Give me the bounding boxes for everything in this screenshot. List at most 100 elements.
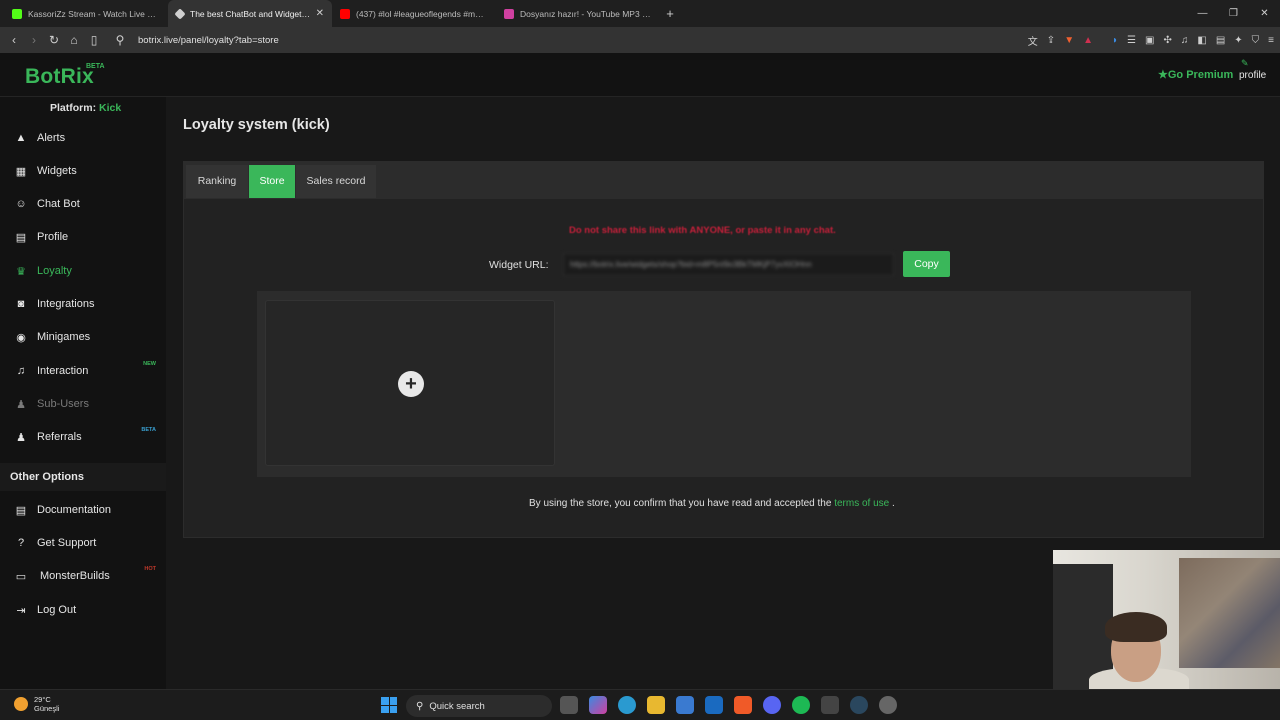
reader-icon[interactable]: ☰: [1127, 35, 1136, 46]
search-icon: ⚲: [416, 700, 424, 712]
forward-icon[interactable]: ›: [24, 33, 44, 47]
sidebar-item-loyalty[interactable]: ♛ Loyalty: [0, 258, 166, 284]
file-explorer-icon[interactable]: [647, 696, 665, 714]
window-controls: — ❐ ✕: [1187, 0, 1280, 27]
warning-icon: ▲: [15, 132, 27, 144]
wallet2-icon[interactable]: ▤: [1216, 35, 1225, 46]
sidebar-item-referrals[interactable]: ♟ Referrals BETA: [0, 424, 166, 450]
sidebar-item-label: Referrals: [37, 431, 82, 443]
widget-url-field[interactable]: https://botrix.live/widgets/shop?bid=m8P…: [563, 253, 894, 276]
sidebar-item-label: Get Support: [37, 537, 97, 549]
question-icon: ?: [17, 537, 25, 549]
add-item-card[interactable]: +: [265, 300, 555, 466]
browser-tab-youtube[interactable]: (437) #lol #leagueoflegends #mundo: [332, 0, 496, 27]
reload-icon[interactable]: ↻: [44, 33, 64, 47]
botrix-logo[interactable]: BotRix: [25, 65, 94, 89]
terms-suffix: .: [892, 498, 895, 509]
sidebar-item-label: Profile: [37, 231, 69, 243]
sidebar-item-log-out[interactable]: ⇥ Log Out: [0, 597, 166, 623]
steam-icon[interactable]: [850, 696, 868, 714]
wallet-icon[interactable]: ◗: [1112, 35, 1118, 46]
sidebar-item-alerts[interactable]: ▲ Alerts: [0, 125, 166, 151]
leo-icon[interactable]: ✦: [1234, 35, 1242, 46]
extensions-icon[interactable]: ✣: [1163, 35, 1171, 46]
sun-icon: [14, 697, 28, 711]
brave-shield-icon[interactable]: ▼: [1064, 35, 1074, 46]
sidebar-item-interaction[interactable]: ♫ Interaction NEW: [0, 358, 166, 384]
close-tab-icon[interactable]: ✕: [316, 8, 324, 19]
page-title: Loyalty system (kick): [183, 117, 330, 133]
scroll-icon: ▤: [15, 504, 27, 517]
logo-beta-badge: BETA: [86, 63, 105, 70]
other-options-heading: Other Options: [0, 463, 166, 491]
sidebar-item-sub-users[interactable]: ♟ Sub-Users: [0, 391, 166, 417]
profile-button[interactable]: profile: [1239, 70, 1266, 81]
bookmark-icon[interactable]: ▯: [84, 33, 104, 47]
menu-icon[interactable]: ≡: [1268, 35, 1274, 46]
tab-sales-record[interactable]: Sales record: [296, 165, 376, 198]
site-settings-icon[interactable]: ⚲: [110, 33, 130, 47]
sidebar-item-label: Chat Bot: [37, 198, 80, 210]
extensions-bar: 文 ⇪ ▼ ▲ ◗ ☰ ▣ ✣ ♫ ◧ ▤ ✦ ⛉ ≡: [1028, 27, 1274, 53]
user-group-icon: ♟: [16, 431, 26, 444]
sidebar-item-documentation[interactable]: ▤ Documentation: [0, 497, 166, 523]
terms-text: By using the store, you confirm that you…: [529, 498, 832, 509]
browser-tab-botrix[interactable]: The best ChatBot and Widgets for Kick ✕: [168, 0, 332, 27]
minimize-button[interactable]: —: [1187, 0, 1218, 27]
go-premium-button[interactable]: ★Go Premium: [1158, 68, 1233, 81]
tab-ranking[interactable]: Ranking: [186, 165, 248, 198]
spotify-icon[interactable]: [792, 696, 810, 714]
sidebar: Platform: Kick ▲ Alerts ▦ Widgets ☺ Chat…: [0, 97, 166, 689]
beta-badge: BETA: [141, 427, 156, 433]
copilot-icon[interactable]: [589, 696, 607, 714]
sidebar-item-chat-bot[interactable]: ☺ Chat Bot: [0, 191, 166, 217]
rewards-icon[interactable]: ▲: [1083, 35, 1093, 46]
quick-search-box[interactable]: ⚲ Quick search: [406, 695, 552, 717]
copy-button[interactable]: Copy: [903, 251, 950, 277]
home-icon[interactable]: ⌂: [64, 33, 84, 47]
brave-icon[interactable]: [734, 696, 752, 714]
store-icon[interactable]: [676, 696, 694, 714]
windows-start-icon[interactable]: [381, 697, 397, 713]
terms-notice: By using the store, you confirm that you…: [529, 498, 895, 509]
webcam-posters: [1179, 558, 1280, 668]
sidebar-item-widgets[interactable]: ▦ Widgets: [0, 158, 166, 184]
sidebar-item-integrations[interactable]: ◙ Integrations: [0, 291, 166, 317]
screenshot-icon[interactable]: ▣: [1145, 35, 1154, 46]
epic-games-icon[interactable]: [821, 696, 839, 714]
tab-store[interactable]: Store: [249, 165, 295, 198]
monitor-icon: ▭: [15, 570, 27, 583]
task-view-icon[interactable]: [560, 696, 578, 714]
sidebar-item-profile[interactable]: ▤ Profile: [0, 224, 166, 250]
store-items-area: +: [257, 291, 1191, 477]
vpn-icon[interactable]: ⛉: [1252, 35, 1260, 46]
sidebar-item-minigames[interactable]: ◉ Minigames: [0, 324, 166, 350]
weather-widget[interactable]: 29°C Güneşli: [14, 695, 59, 713]
translate-icon[interactable]: 文: [1028, 33, 1038, 48]
edge-icon[interactable]: [618, 696, 636, 714]
grid-icon: ▦: [15, 165, 27, 178]
close-window-button[interactable]: ✕: [1249, 0, 1280, 27]
discord-app-icon[interactable]: [763, 696, 781, 714]
browser-tab-kick[interactable]: KassoriZz Stream - Watch Live on Kick: [4, 0, 168, 27]
sidebar-item-label: Log Out: [37, 604, 77, 616]
tab-title: Dosyanız hazır! - YouTube MP3 ve MP4: [520, 8, 652, 19]
outlook-icon[interactable]: [705, 696, 723, 714]
sidebar-item-monsterbuilds[interactable]: ▭ MonsterBuilds HOT: [0, 563, 166, 589]
back-icon[interactable]: ‹: [4, 33, 24, 47]
terms-of-use-link[interactable]: terms of use: [834, 498, 889, 509]
settings-app-icon[interactable]: [879, 696, 897, 714]
address-bar[interactable]: botrix.live/panel/loyalty?tab=store: [138, 35, 279, 46]
quick-search-label: Quick search: [429, 700, 485, 712]
sidebar-icon[interactable]: ◧: [1197, 35, 1206, 46]
gamepad-icon: ◉: [16, 331, 26, 344]
maximize-button[interactable]: ❐: [1218, 0, 1249, 27]
music-icon: ♫: [16, 365, 26, 377]
sidebar-item-get-support[interactable]: ? Get Support: [0, 530, 166, 556]
share-icon[interactable]: ⇪: [1047, 35, 1055, 46]
browser-tab-converter[interactable]: Dosyanız hazır! - YouTube MP3 ve MP4: [496, 0, 660, 27]
media-icon[interactable]: ♫: [1181, 35, 1189, 46]
taskbar-apps: [560, 696, 897, 714]
sidebar-item-label: Widgets: [37, 165, 77, 177]
new-tab-button[interactable]: +: [660, 6, 680, 21]
